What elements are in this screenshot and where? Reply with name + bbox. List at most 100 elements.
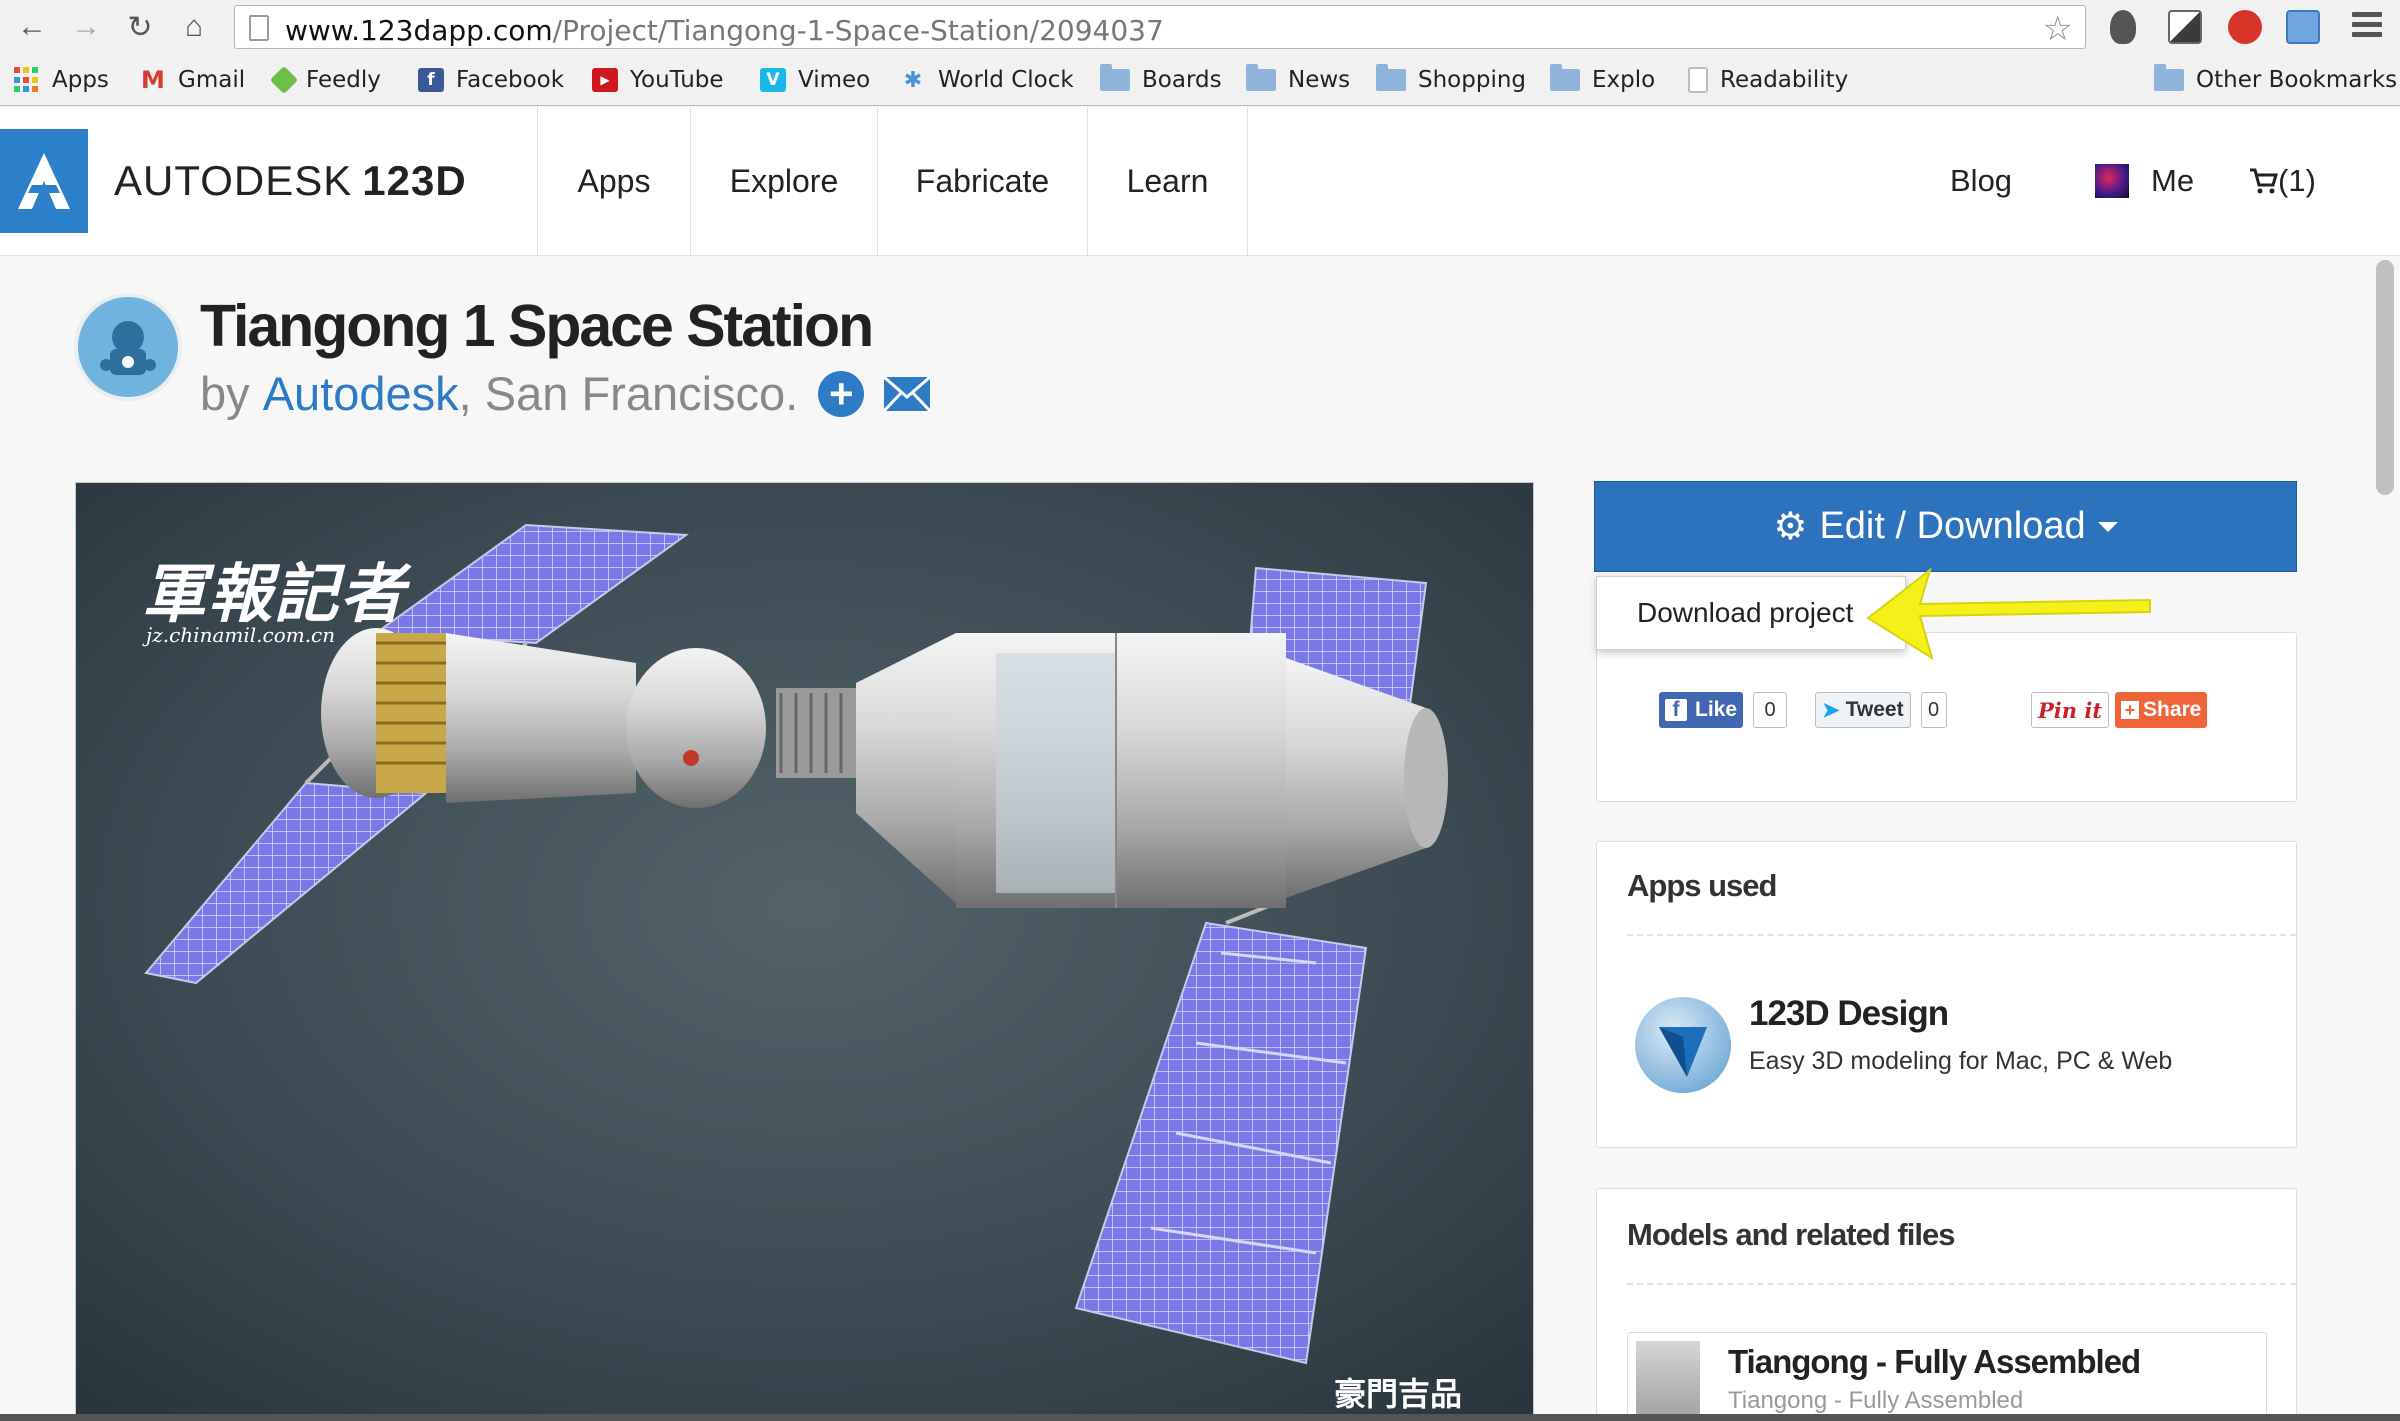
cart-icon (2250, 168, 2278, 194)
project-byline: by Autodesk, San Francisco. + (200, 366, 932, 421)
nav-fabricate[interactable]: Fabricate (877, 107, 1087, 256)
facebook-like-button[interactable]: f Like (1659, 692, 1744, 728)
bookmark-label: Feedly (306, 67, 381, 93)
bookmark-shopping[interactable]: Shopping (1376, 64, 1526, 96)
forward-arrow-icon[interactable]: → (66, 8, 106, 46)
bookmark-feedly[interactable]: Feedly (269, 64, 381, 96)
project-main-image[interactable]: 軍報記者 jz.chinamil.com.cn 豪門吉品 (75, 482, 1534, 1421)
bottom-edge (0, 1414, 2400, 1421)
logo-product: 123D (362, 157, 467, 204)
bookmark-apps[interactable]: Apps (14, 64, 109, 96)
pinterest-pin[interactable]: Pin it (2031, 691, 2110, 729)
user-avatar (2095, 164, 2129, 198)
nav-learn[interactable]: Learn (1087, 107, 1248, 256)
site-logo-text[interactable]: AUTODESK 123D (114, 157, 467, 205)
bookmark-star-icon[interactable]: ☆ (2043, 9, 2073, 49)
models-card: Models and related files Tiangong - Full… (1596, 1188, 2297, 1421)
caret-down-icon (2097, 521, 2118, 532)
like-count: 0 (1753, 692, 1788, 728)
autodesk-logo-icon[interactable] (0, 129, 88, 233)
vimeo-icon: V (760, 68, 786, 92)
mail-icon[interactable] (882, 375, 932, 413)
divider (1627, 1283, 2296, 1285)
by-label: by (200, 367, 250, 420)
feedly-icon (269, 65, 299, 95)
nav-explore[interactable]: Explore (690, 107, 877, 256)
bookmark-label: Facebook (456, 67, 565, 93)
site-header: AUTODESK 123D Apps Explore Fabricate Lear… (0, 107, 2400, 256)
bookmark-label: Explo (1592, 67, 1656, 93)
bookmark-label: Shopping (1418, 67, 1527, 93)
follow-plus-icon[interactable]: + (818, 370, 865, 417)
page-scrollbar[interactable] (2376, 260, 2394, 495)
world-clock-icon: ✱ (903, 67, 923, 93)
page-icon (1688, 67, 1708, 93)
bookmark-readability[interactable]: Readability (1688, 64, 1848, 96)
share-plus[interactable]: + Share (2115, 691, 2208, 729)
pinterest-pinit-button[interactable]: Pin it (2031, 692, 2110, 728)
model-list-item[interactable]: Tiangong - Fully Assembled Tiangong - Fu… (1627, 1332, 2267, 1421)
bookmark-label: Apps (52, 67, 109, 93)
bookmark-label: Boards (1142, 67, 1222, 93)
facebook-icon: f (418, 68, 444, 92)
facebook-like[interactable]: f Like 0 (1659, 691, 1788, 729)
123d-design-icon[interactable] (1635, 997, 1731, 1093)
nav-me[interactable]: Me (2095, 163, 2194, 199)
bookmark-world-clock[interactable]: ✱ World Clock (900, 64, 1074, 96)
author-link[interactable]: Autodesk (263, 366, 459, 421)
bookmark-gmail[interactable]: M Gmail (140, 64, 245, 96)
folder-icon (1246, 64, 1276, 91)
browser-toolbar: ← → ↻ ⌂ www.123dapp.com/Project/Tiangong… (0, 0, 2400, 54)
facebook-icon: f (1665, 698, 1687, 721)
bookmark-other[interactable]: Other Bookmarks (2154, 64, 2397, 96)
nav-cart[interactable]: (1) (2248, 163, 2316, 199)
logo-brand: AUTODESK (114, 157, 353, 204)
edit-download-label: Edit / Download (1819, 505, 2086, 547)
nav-blog[interactable]: Blog (1950, 163, 2012, 199)
share-button[interactable]: + Share (2115, 692, 2208, 728)
apps-grid-icon (14, 67, 40, 93)
folder-icon (2154, 64, 2184, 91)
url-text[interactable]: www.123dapp.com/Project/Tiangong-1-Space… (285, 14, 1164, 47)
page-icon (249, 15, 269, 41)
folder-icon (1550, 64, 1580, 91)
back-arrow-icon[interactable]: ← (12, 8, 52, 46)
folder-icon (1376, 64, 1406, 91)
edit-download-button[interactable]: ⚙ Edit / Download (1594, 481, 2297, 572)
bookmark-label: Gmail (178, 67, 246, 93)
watermark-top: 軍報記者 (142, 557, 406, 632)
apps-used-card: Apps used 123D Design Easy 3D modeling f… (1596, 841, 2297, 1148)
author-location: , San Francisco. (458, 367, 799, 420)
browser-menu-icon[interactable] (2352, 12, 2382, 40)
browser-chrome: ← → ↻ ⌂ www.123dapp.com/Project/Tiangong… (0, 0, 2400, 106)
author-avatar[interactable] (74, 293, 182, 401)
bookmark-label: Vimeo (798, 67, 871, 93)
app-name[interactable]: 123D Design (1749, 994, 1949, 1034)
nav-apps[interactable]: Apps (537, 107, 690, 256)
home-icon[interactable]: ⌂ (174, 8, 214, 46)
bookmark-facebook[interactable]: f Facebook (418, 64, 564, 96)
bookmark-news[interactable]: News (1246, 64, 1350, 96)
bookmark-label: YouTube (630, 67, 724, 93)
reload-icon[interactable]: ↻ (120, 8, 160, 46)
url-host: www.123dapp.com (285, 14, 553, 47)
adblock-extension-icon[interactable] (2228, 10, 2262, 44)
twitter-bird-icon: ➤ (1822, 698, 1840, 722)
bookmark-youtube[interactable]: ▶ YouTube (592, 64, 724, 96)
bookmark-vimeo[interactable]: V Vimeo (760, 64, 870, 96)
model-subtitle: Tiangong - Fully Assembled (1728, 1387, 2024, 1414)
delicious-extension-icon[interactable] (2168, 10, 2202, 44)
address-bar[interactable]: www.123dapp.com/Project/Tiangong-1-Space… (234, 5, 2086, 49)
url-path: /Project/Tiangong-1-Space-Station/209403… (552, 14, 1164, 47)
bookmark-explo[interactable]: Explo (1550, 64, 1655, 96)
tweet-button[interactable]: ➤ Tweet (1815, 692, 1911, 728)
model-thumbnail (1636, 1341, 1700, 1421)
yellow-pointer-arrow (1866, 567, 2151, 661)
cart-count: (1) (2278, 163, 2316, 198)
window-extension-icon[interactable] (2286, 10, 2320, 44)
bookmark-label: News (1288, 67, 1351, 93)
evernote-extension-icon[interactable] (2110, 10, 2136, 44)
twitter-tweet[interactable]: ➤ Tweet 0 (1815, 691, 1947, 729)
model-title: Tiangong - Fully Assembled (1728, 1343, 2141, 1380)
bookmark-boards[interactable]: Boards (1100, 64, 1222, 96)
